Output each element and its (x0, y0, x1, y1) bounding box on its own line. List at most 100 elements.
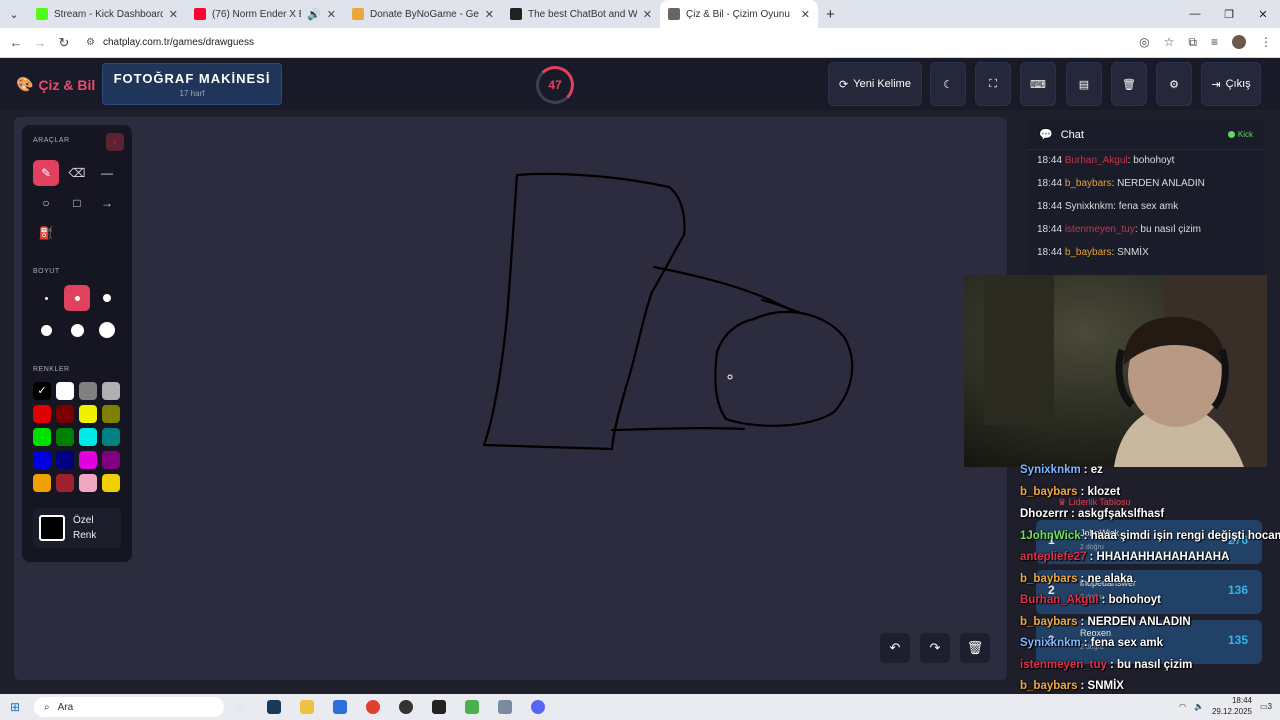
color-swatch[interactable] (33, 428, 51, 446)
color-swatch[interactable] (33, 405, 51, 423)
site-info-icon[interactable]: ⚙ (86, 37, 95, 48)
forward-icon[interactable]: → (28, 35, 52, 50)
undo-button[interactable]: ↶ (880, 633, 910, 663)
new-word-button[interactable]: ⟳ Yeni Kelime (828, 62, 922, 106)
drawing-canvas[interactable] (14, 117, 1007, 680)
profile-avatar[interactable] (1232, 35, 1246, 49)
clock[interactable]: 18:44 29.12.2025 (1212, 695, 1252, 717)
custom-color-button[interactable]: Özel Renk (33, 508, 121, 548)
color-swatch[interactable] (79, 474, 97, 492)
close-tab-icon[interactable]: ✕ (801, 8, 810, 21)
arrow-tool[interactable]: → (94, 190, 120, 216)
color-swatch[interactable]: ✓ (33, 382, 51, 400)
back-icon[interactable]: ← (4, 35, 28, 50)
bookmark-star-icon[interactable]: ☆ (1164, 35, 1175, 50)
tab-bynogame[interactable]: Donate ByNoGame - Gelen/Gid ✕ (344, 0, 502, 28)
minimize-icon[interactable]: — (1178, 0, 1212, 28)
rectangle-tool[interactable]: □ (64, 190, 90, 216)
redo-button[interactable]: ↷ (920, 633, 950, 663)
color-swatch[interactable] (33, 474, 51, 492)
notification-count: 3 (1267, 701, 1272, 711)
message-time: 18:44 (1037, 178, 1063, 189)
clear-canvas-button[interactable]: 🗑 (960, 633, 990, 663)
reading-list-icon[interactable]: ≡ (1211, 35, 1218, 50)
game-launcher-icon[interactable] (488, 694, 521, 720)
app-header: 🎨 Çiz & Bil FOTOĞRAF MAKİNESİ 17 harf 47… (0, 58, 1280, 110)
restore-icon[interactable]: ❐ (1212, 0, 1246, 28)
keyboard-button[interactable]: ⌨ (1020, 62, 1056, 106)
taskbar-search[interactable]: ⌕ Ara (34, 697, 224, 717)
color-swatch[interactable] (56, 405, 74, 423)
message-user[interactable]: Synixknkm (1065, 201, 1113, 212)
circle-tool[interactable]: ○ (33, 190, 59, 216)
wifi-icon[interactable]: ◠ (1179, 702, 1186, 711)
delete-button[interactable]: 🗑 (1111, 62, 1147, 106)
color-swatch[interactable] (102, 428, 120, 446)
exit-button[interactable]: ⇥ Çıkış (1201, 62, 1261, 106)
app-icon[interactable] (455, 694, 488, 720)
size-s[interactable] (64, 285, 90, 311)
color-swatch[interactable] (33, 451, 51, 469)
store-icon[interactable] (323, 694, 356, 720)
extensions-icon[interactable]: ⧉ (1188, 35, 1197, 50)
color-swatch[interactable] (102, 474, 120, 492)
tab-kick-dashboard[interactable]: Stream - Kick Dashboard ✕ (28, 0, 186, 28)
task-view-icon[interactable]: ▣ (224, 694, 257, 720)
obs-icon[interactable] (389, 694, 422, 720)
close-window-icon[interactable]: ✕ (1246, 0, 1280, 28)
eraser-tool[interactable]: ⌫ (64, 160, 90, 186)
size-xxl[interactable] (94, 317, 120, 343)
message-user[interactable]: Burhan_Akgul (1065, 155, 1128, 166)
color-swatch[interactable] (102, 451, 120, 469)
file-explorer-icon[interactable] (290, 694, 323, 720)
color-swatch[interactable] (79, 405, 97, 423)
tab-ciz-bil[interactable]: Çiz & Bil - Çizim Oyunu ✕ (660, 0, 818, 28)
browser-menu-icon[interactable]: ⋮ (1260, 35, 1272, 50)
color-swatch[interactable] (79, 428, 97, 446)
speaker-icon[interactable]: 🔊 (307, 8, 321, 21)
close-tab-icon[interactable]: ✕ (327, 8, 336, 21)
settings-button[interactable]: ⚙ (1156, 62, 1192, 106)
tab-search-icon[interactable]: ⌄ (0, 0, 28, 28)
tab-chatbot[interactable]: The best ChatBot and Widgets ✕ (502, 0, 660, 28)
message-user[interactable]: b_baybars (1065, 247, 1112, 258)
notification-icon[interactable]: ▭3 (1260, 702, 1272, 711)
size-m[interactable] (94, 285, 120, 311)
letter-count: 17 harf (179, 89, 205, 98)
color-swatch[interactable] (79, 451, 97, 469)
size-xl[interactable] (64, 317, 90, 343)
color-swatch[interactable] (56, 474, 74, 492)
epic-games-icon[interactable] (422, 694, 455, 720)
eye-off-icon[interactable]: ◎ (1139, 35, 1149, 50)
size-xs[interactable] (33, 285, 59, 311)
theme-toggle-button[interactable]: ☾ (930, 62, 966, 106)
chrome-icon[interactable] (356, 694, 389, 720)
windows-start-icon[interactable]: ⊞ (0, 700, 30, 714)
volume-icon[interactable]: 🔈 (1194, 702, 1204, 711)
color-swatch[interactable] (102, 405, 120, 423)
steam-icon[interactable] (257, 694, 290, 720)
color-swatch[interactable] (56, 382, 74, 400)
kick-favicon-icon (36, 8, 48, 20)
size-l[interactable] (33, 317, 59, 343)
close-tab-icon[interactable]: ✕ (643, 8, 652, 21)
color-swatch[interactable] (79, 382, 97, 400)
archive-button[interactable]: ▤ (1066, 62, 1102, 106)
fill-tool[interactable]: ⛽ (33, 220, 59, 246)
message-user[interactable]: istenmeyen_tuy (1065, 224, 1135, 235)
reload-icon[interactable]: ↻ (52, 35, 76, 51)
color-swatch[interactable] (102, 382, 120, 400)
line-tool[interactable]: — (94, 160, 120, 186)
close-tab-icon[interactable]: ✕ (485, 8, 494, 21)
fullscreen-button[interactable]: ⛶ (975, 62, 1011, 106)
close-tab-icon[interactable]: ✕ (169, 8, 178, 21)
tab-youtube[interactable]: (76) Norm Ender X Ebru Gü 🔊 ✕ (186, 0, 344, 28)
collapse-panel-button[interactable]: ‹ (106, 133, 124, 151)
message-user[interactable]: b_baybars (1065, 178, 1112, 189)
url-field[interactable]: ⚙ chatplay.com.tr/games/drawguess (86, 37, 254, 48)
color-swatch[interactable] (56, 451, 74, 469)
new-tab-icon[interactable]: + (826, 6, 835, 23)
color-swatch[interactable] (56, 428, 74, 446)
brush-tool[interactable]: ✎ (33, 160, 59, 186)
discord-icon[interactable] (521, 694, 554, 720)
